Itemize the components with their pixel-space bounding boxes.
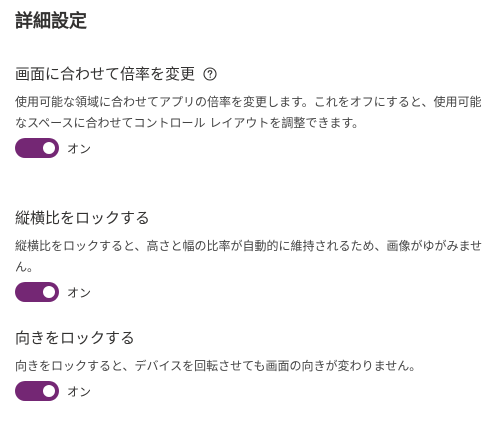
advanced-settings-panel: 詳細設定 画面に合わせて倍率を変更 使用可能な領域に合わせてアプリの倍率を変更し… [15,8,495,401]
scale-to-fit-toggle-label: オン [67,141,92,156]
scale-to-fit-toggle-row: オン [15,138,490,158]
lock-orientation-toggle-label: オン [67,384,92,399]
lock-aspect-ratio-title: 縦横比をロックする [15,209,151,227]
lock-aspect-ratio-heading: 縦横比をロックする [15,208,490,228]
lock-orientation-description: 向きをロックすると、デバイスを回転させても画面の向きが変わりません。 [15,359,422,373]
toggle-knob [43,142,55,154]
page-title: 詳細設定 [15,11,87,32]
lock-orientation-toggle-row: オン [15,381,490,401]
scale-to-fit-section: 画面に合わせて倍率を変更 使用可能な領域に合わせてアプリの倍率を変更します。これ… [15,64,490,158]
lock-aspect-ratio-section: 縦横比をロックする 縦横比をロックすると、高さと幅の比率が自動的に維持されるため… [15,208,490,302]
scale-to-fit-title: 画面に合わせて倍率を変更 [15,65,196,83]
lock-aspect-ratio-description: 縦横比をロックすると、高さと幅の比率が自動的に維持されるため、画像がゆがみません… [15,239,483,274]
lock-orientation-heading: 向きをロックする [15,328,490,348]
scale-to-fit-description: 使用可能な領域に合わせてアプリの倍率を変更します。これをオフにすると、使用可能な… [15,95,482,130]
lock-orientation-toggle[interactable] [15,381,59,401]
lock-orientation-title: 向きをロックする [15,329,136,347]
toggle-knob [43,385,55,397]
lock-aspect-ratio-toggle-label: オン [67,285,92,300]
toggle-knob [43,286,55,298]
scale-to-fit-heading: 画面に合わせて倍率を変更 [15,64,490,84]
help-circle-icon[interactable] [203,67,217,81]
lock-aspect-ratio-toggle-row: オン [15,282,490,302]
scale-to-fit-toggle[interactable] [15,138,59,158]
lock-orientation-section: 向きをロックする 向きをロックすると、デバイスを回転させても画面の向きが変わりま… [15,328,490,401]
lock-aspect-ratio-toggle[interactable] [15,282,59,302]
